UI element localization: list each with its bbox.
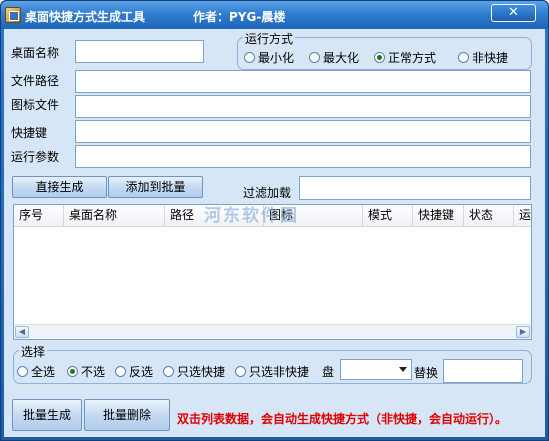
name-input[interactable] <box>75 40 204 63</box>
radio-icon <box>244 52 255 63</box>
batch-generate-button[interactable]: 批量生成 <box>12 399 82 431</box>
window-author: 作者：PYG-晨楼 <box>193 10 286 24</box>
select-option-invert[interactable]: 反选 <box>115 363 153 380</box>
drive-label: 盘 <box>322 365 335 379</box>
drive-dropdown[interactable] <box>340 359 412 380</box>
select-option-none[interactable]: 不选 <box>67 363 105 380</box>
radio-label: 反选 <box>129 365 154 379</box>
icon-label: 图标文件 <box>11 98 60 112</box>
radio-icon <box>235 366 246 377</box>
path-label: 文件路径 <box>11 74 60 88</box>
run-mode-option-no-shortcut[interactable]: 非快捷 <box>458 49 508 66</box>
icon-input[interactable] <box>75 95 531 118</box>
column-header-run[interactable]: 运 <box>514 205 531 227</box>
run-mode-option-maximize[interactable]: 最大化 <box>309 49 359 66</box>
radio-icon <box>309 52 320 63</box>
title-bar[interactable]: 桌面快捷方式生成工具 作者：PYG-晨楼 ✕ <box>1 1 548 29</box>
scroll-right-icon[interactable]: ▶ <box>516 326 530 338</box>
hotkey-input[interactable] <box>75 120 531 143</box>
radio-checked-icon <box>374 52 385 63</box>
scroll-left-icon[interactable]: ◀ <box>15 326 29 338</box>
radio-label: 不选 <box>81 365 106 379</box>
column-header-index[interactable]: 序号 <box>14 205 64 227</box>
batch-delete-button[interactable]: 批量删除 <box>84 399 170 431</box>
select-option-non-shortcut-only[interactable]: 只选非快捷 <box>235 363 309 380</box>
run-mode-option-normal[interactable]: 正常方式 <box>374 49 436 66</box>
window-title: 桌面快捷方式生成工具 <box>25 10 146 24</box>
select-option-shortcut-only[interactable]: 只选快捷 <box>163 363 225 380</box>
app-window: 桌面快捷方式生成工具 作者：PYG-晨楼 ✕ 桌面名称 文件路径 图标文件 快捷… <box>0 0 549 441</box>
generate-now-button[interactable]: 直接生成 <box>12 176 107 198</box>
args-input[interactable] <box>75 145 531 168</box>
usage-notice: 双击列表数据，会自动生成快捷方式（非快捷，会自动运行）。 <box>177 412 508 426</box>
radio-label: 最大化 <box>323 51 360 65</box>
app-icon <box>5 7 21 23</box>
radio-icon <box>115 366 126 377</box>
radio-label: 最小化 <box>258 51 295 65</box>
radio-checked-icon <box>67 366 78 377</box>
path-input[interactable] <box>75 70 531 93</box>
radio-label: 只选非快捷 <box>249 365 310 379</box>
args-label: 运行参数 <box>11 150 60 164</box>
column-header-status[interactable]: 状态 <box>464 205 514 227</box>
filter-label: 过滤加载 <box>243 186 292 200</box>
watermark-text: 河东软件园 <box>204 206 299 226</box>
close-button[interactable]: ✕ <box>491 4 536 22</box>
radio-label: 只选快捷 <box>177 365 226 379</box>
radio-label: 正常方式 <box>388 51 437 65</box>
run-mode-option-minimize[interactable]: 最小化 <box>244 49 294 66</box>
name-label: 桌面名称 <box>11 46 60 60</box>
radio-icon <box>458 52 469 63</box>
column-header-hotkey[interactable]: 快捷键 <box>413 205 464 227</box>
radio-icon <box>163 366 174 377</box>
column-header-name[interactable]: 桌面名称 <box>64 205 165 227</box>
radio-label: 非快捷 <box>472 51 509 65</box>
hotkey-label: 快捷键 <box>11 126 48 140</box>
close-icon: ✕ <box>508 5 519 20</box>
list-header: 序号 桌面名称 路径 图标 模式 快捷键 状态 运 河东软件园 <box>14 205 531 227</box>
select-group-title: 选择 <box>19 343 48 360</box>
select-option-all[interactable]: 全选 <box>17 363 55 380</box>
replace-label: 替换 <box>414 366 439 380</box>
column-header-mode[interactable]: 模式 <box>363 205 413 227</box>
run-mode-title: 运行方式 <box>243 30 296 47</box>
radio-label: 全选 <box>31 365 56 379</box>
chevron-down-icon <box>399 367 407 372</box>
shortcut-list[interactable]: 序号 桌面名称 路径 图标 模式 快捷键 状态 运 河东软件园 ◀ ▶ <box>13 204 532 340</box>
filter-input[interactable] <box>299 176 531 200</box>
client-area: 桌面名称 文件路径 图标文件 快捷键 运行参数 运行方式 最小化 最大化 正常方… <box>4 29 545 437</box>
horizontal-scrollbar[interactable]: ◀ ▶ <box>14 324 531 339</box>
add-to-batch-button[interactable]: 添加到批量 <box>108 176 203 198</box>
replace-input[interactable] <box>443 359 523 383</box>
radio-icon <box>17 366 28 377</box>
